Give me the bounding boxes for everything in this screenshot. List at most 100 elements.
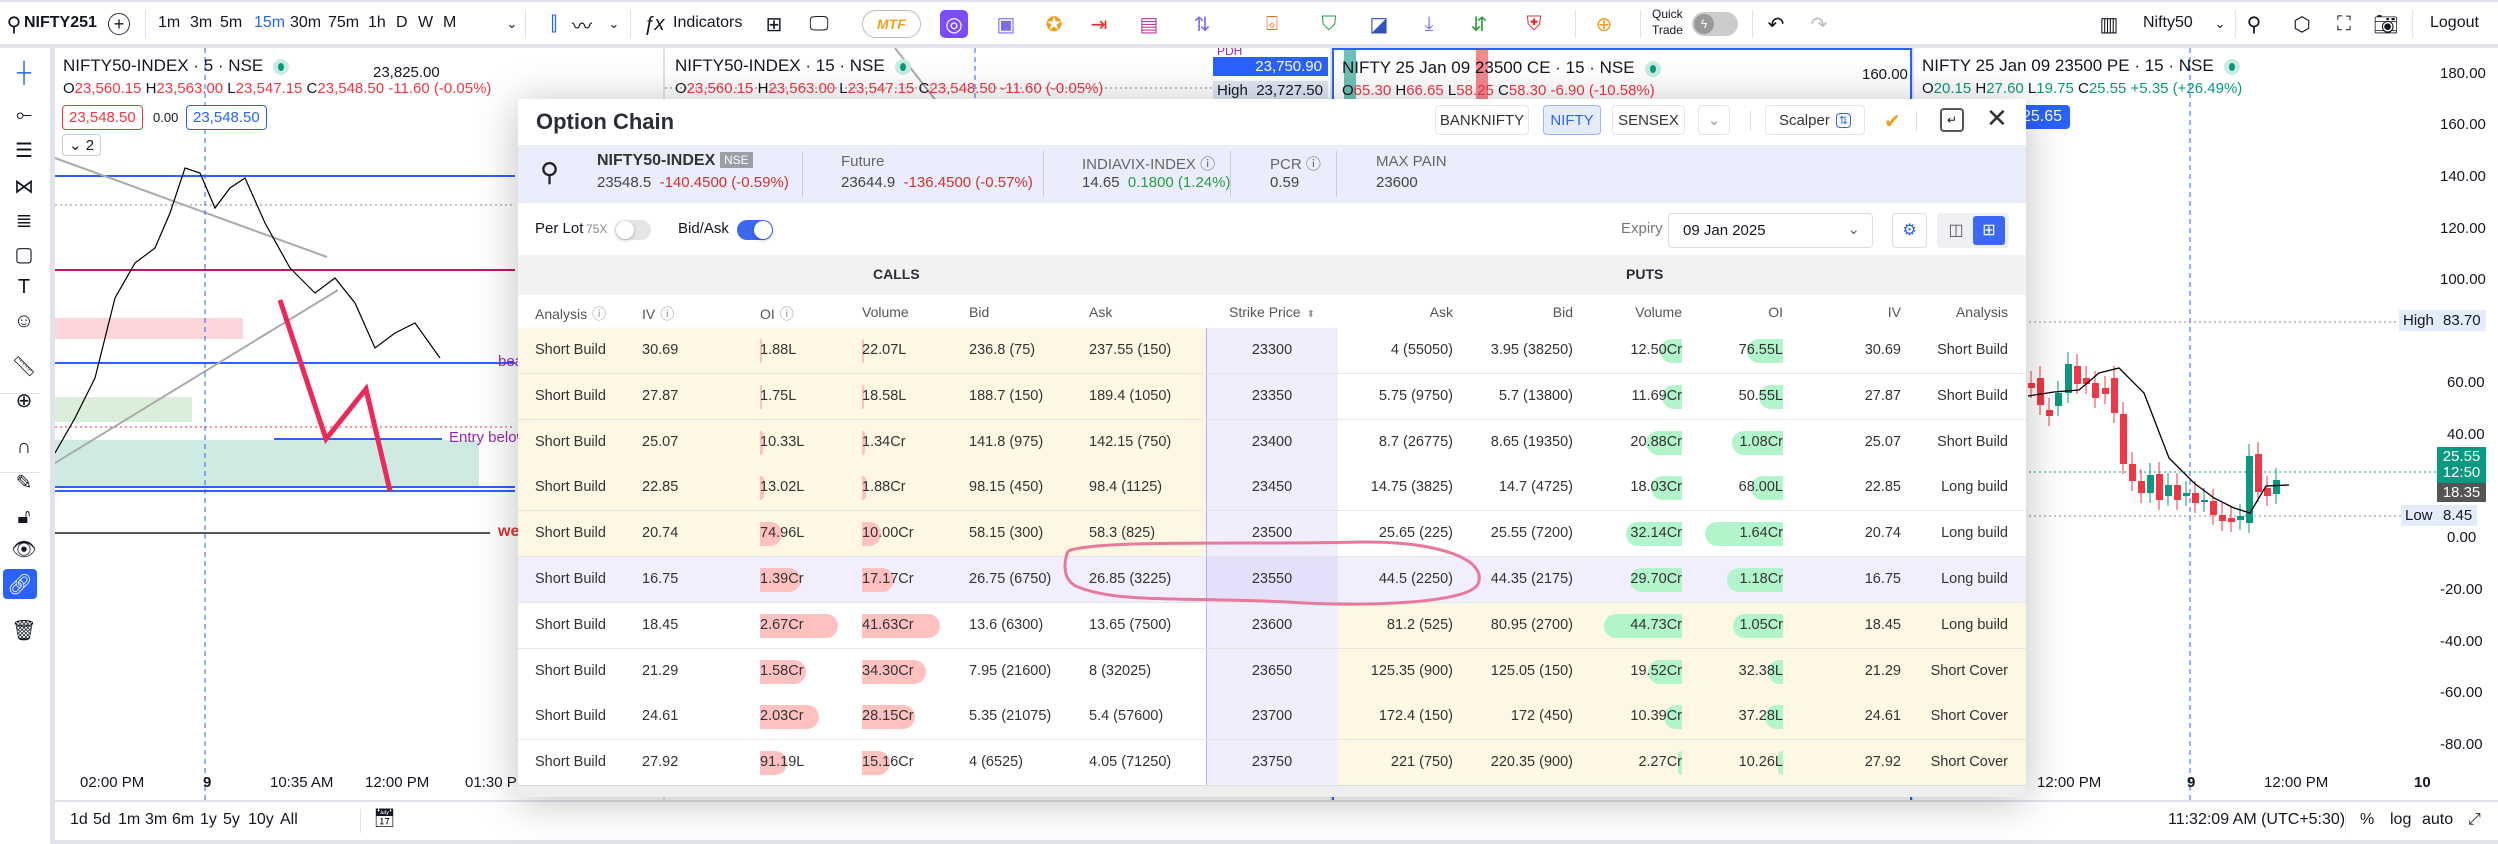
mtf-button[interactable]: MTF	[862, 10, 921, 38]
call-ask[interactable]: 142.15 (750)	[1089, 420, 1206, 465]
put-bid[interactable]: 80.95 (2700)	[1461, 603, 1581, 648]
put-ask[interactable]: 172.4 (150)	[1338, 694, 1461, 739]
range-5y[interactable]: 5y	[223, 811, 240, 829]
shield-check-icon[interactable]: ⛉	[1315, 10, 1343, 38]
link-icon[interactable]: 🔗︎	[3, 569, 37, 599]
transfer-arrows-icon[interactable]: ⇅	[1188, 10, 1216, 38]
range-6m[interactable]: 6m	[172, 811, 194, 829]
per-lot-toggle[interactable]	[615, 220, 651, 240]
call-ask[interactable]: 26.85 (3225)	[1089, 557, 1206, 602]
log-scale-button[interactable]: log	[2390, 811, 2411, 829]
call-ask[interactable]: 5.4 (57600)	[1089, 694, 1206, 739]
fx-icon[interactable]: ƒx	[640, 10, 668, 38]
range-1y[interactable]: 1y	[200, 811, 217, 829]
put-ask[interactable]: 4 (55050)	[1338, 328, 1461, 373]
range-10y[interactable]: 10y	[248, 811, 274, 829]
option-row[interactable]: Short Build 27.87 1.75L 18.58L 188.7 (150) 18…	[518, 373, 2026, 420]
put-bid[interactable]: 125.05 (150)	[1461, 649, 1581, 694]
range-3m[interactable]: 3m	[145, 811, 167, 829]
percent-scale-button[interactable]: %	[2360, 811, 2374, 829]
index-button-banknifty[interactable]: BANKNIFTY	[1435, 105, 1529, 135]
option-row[interactable]: Short Build 24.61 2.03Cr 28.15Cr 5.35 (21075…	[518, 694, 2026, 741]
fullscreen-icon[interactable]: ⛶	[2330, 10, 2358, 38]
badge-icon[interactable]: ✪	[1040, 10, 1068, 38]
call-bid[interactable]: 13.6 (6300)	[969, 603, 1089, 648]
timeframe-M[interactable]: M	[443, 13, 456, 33]
lock-drawings-icon[interactable]: ✎	[8, 467, 40, 497]
download-icon[interactable]: ⤓	[1415, 10, 1443, 38]
put-ask[interactable]: 44.5 (2250)	[1338, 557, 1461, 602]
add-symbol-icon[interactable]: +	[108, 13, 130, 35]
chart-edit-icon[interactable]: ◪	[1365, 10, 1393, 38]
reports-icon[interactable]: ▣	[992, 10, 1020, 38]
quick-search-icon[interactable]: ⚲	[2240, 10, 2268, 38]
sell-price-button[interactable]: 23,548.50	[62, 105, 143, 130]
option-row[interactable]: Short Build 20.74 74.96L 10.00Cr 58.15 (300)…	[518, 511, 2026, 557]
lock-icon[interactable]: 🔓︎	[8, 502, 40, 532]
emoji-icon[interactable]: ☺	[8, 306, 40, 336]
put-ask[interactable]: 125.35 (900)	[1338, 649, 1461, 694]
ruler-icon[interactable]: 📏︎	[8, 351, 40, 381]
eye-icon[interactable]: 👁︎	[8, 534, 40, 564]
option-row[interactable]: Short Build 18.45 2.67Cr 41.63Cr 13.6 (6300)…	[518, 602, 2026, 649]
columns-icon[interactable]: ▥	[2095, 10, 2123, 38]
rectangle-icon[interactable]: ▢	[8, 239, 40, 269]
settings-icon[interactable]: ⬡	[2288, 10, 2316, 38]
watchlist-select[interactable]: Nifty50	[2143, 13, 2193, 33]
fib-icon[interactable]: ≣	[8, 205, 40, 235]
put-bid[interactable]: 5.7 (13800)	[1461, 374, 1581, 419]
buy-price-button[interactable]: 23,548.50	[186, 105, 267, 130]
range-1d[interactable]: 1d	[70, 811, 88, 829]
call-bid[interactable]: 7.95 (21600)	[969, 649, 1089, 694]
range-1m[interactable]: 1m	[118, 811, 140, 829]
security-icon[interactable]: ⛨	[1520, 10, 1548, 38]
range-5d[interactable]: 5d	[93, 811, 111, 829]
call-bid[interactable]: 26.75 (6750)	[969, 557, 1089, 602]
timeframe-1m[interactable]: 1m	[158, 13, 180, 33]
indicator-collapse-button[interactable]: ⌄ 2	[62, 134, 102, 156]
wallet-icon[interactable]: ⊕	[1590, 10, 1618, 38]
chevron-down-icon[interactable]: ⌄	[2206, 10, 2234, 38]
call-ask[interactable]: 189.4 (1050)	[1089, 374, 1206, 419]
app-icon[interactable]: ◎	[940, 10, 968, 38]
timeframe-75m[interactable]: 75m	[328, 13, 359, 33]
put-bid[interactable]: 25.55 (7200)	[1461, 511, 1581, 556]
timeframe-15m[interactable]: 15m	[254, 13, 285, 33]
option-row[interactable]: Short Build 16.75 1.39Cr 17.17Cr 26.75 (6750…	[518, 556, 2026, 603]
candlestick-icon[interactable]: ⫿	[540, 10, 568, 38]
call-ask[interactable]: 237.55 (150)	[1089, 328, 1206, 373]
call-ask[interactable]: 8 (32025)	[1089, 649, 1206, 694]
chevron-down-icon[interactable]: ⌄	[498, 10, 526, 38]
grid-view-icon[interactable]: ⊞	[1973, 216, 2005, 245]
auto-scale-button[interactable]: auto	[2422, 811, 2453, 829]
pattern-icon[interactable]: ⋈	[8, 171, 40, 201]
exit-icon[interactable]: ⇥	[1085, 10, 1113, 38]
search-icon[interactable]: ⚲	[540, 157, 559, 188]
call-ask[interactable]: 98.4 (1125)	[1089, 465, 1206, 510]
call-bid[interactable]: 4 (6525)	[969, 740, 1089, 785]
go-to-date-icon[interactable]: 📅︎	[373, 808, 396, 829]
camera-icon[interactable]: 📷︎	[2372, 10, 2400, 38]
put-bid[interactable]: 3.95 (38250)	[1461, 328, 1581, 373]
zoom-in-icon[interactable]: ⊕	[8, 385, 40, 415]
more-indices-dropdown[interactable]: ⌄	[1698, 105, 1730, 135]
redo-icon[interactable]: ↷	[1805, 10, 1833, 38]
call-bid[interactable]: 98.15 (450)	[969, 465, 1089, 510]
script-icon[interactable]: ▤	[1135, 10, 1163, 38]
put-bid[interactable]: 44.35 (2175)	[1461, 557, 1581, 602]
call-bid[interactable]: 58.15 (300)	[969, 511, 1089, 556]
undo-icon[interactable]: ↶	[1762, 10, 1790, 38]
call-ask[interactable]: 4.05 (71250)	[1089, 740, 1206, 785]
timeframe-W[interactable]: W	[418, 13, 433, 33]
horizontal-lines-icon[interactable]: ☰	[8, 135, 40, 165]
close-icon[interactable]: ✕	[1986, 103, 2008, 134]
option-row[interactable]: Short Build 25.07 10.33L 1.34Cr 141.8 (975) 1…	[518, 419, 2026, 466]
line-chart-icon[interactable]: 〰	[568, 10, 596, 38]
chevron-down-icon[interactable]: ⌄	[600, 10, 628, 38]
option-row[interactable]: Short Build 27.92 91.19L 15.16Cr 4 (6525) 4.0…	[518, 740, 2026, 786]
expand-icon[interactable]: ⤢	[2468, 811, 2481, 829]
timeframe-5m[interactable]: 5m	[220, 13, 242, 33]
index-button-nifty[interactable]: NIFTY	[1543, 105, 1601, 135]
call-ask[interactable]: 13.65 (7500)	[1089, 603, 1206, 648]
quick-trade-toggle[interactable]: ϟ	[1692, 12, 1738, 36]
